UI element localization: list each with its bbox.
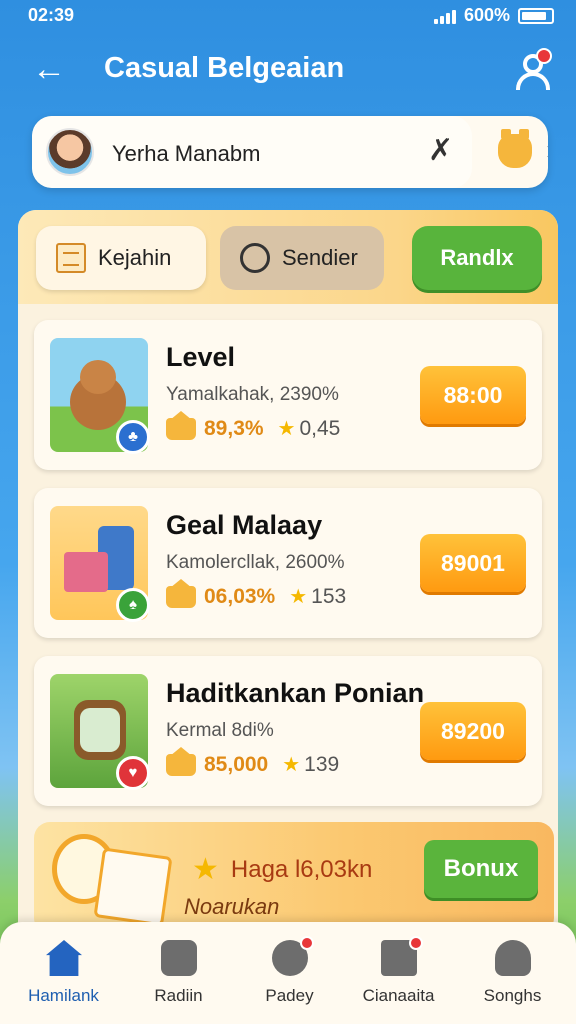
tab-kejahin[interactable]: Kejahin — [36, 226, 206, 290]
item-stats: 06,03% ★ 153 — [166, 578, 347, 609]
clear-button[interactable]: ✗ — [428, 136, 453, 166]
item-subtitle: Kermal 8di% — [166, 720, 274, 741]
crown-icon — [166, 746, 196, 776]
notification-dot — [300, 936, 314, 950]
crown-icon — [166, 578, 196, 608]
price-button[interactable]: 89001 — [420, 534, 526, 592]
nav-item-home[interactable]: Hamilank — [6, 922, 121, 1024]
avatar — [46, 128, 94, 176]
item-stats: 89,3% ★ 0,45 — [166, 410, 341, 441]
chevron-right-icon[interactable]: › — [546, 134, 548, 166]
app-bar: ← Casual Belgeaian — [0, 38, 576, 102]
profile-icon — [495, 940, 531, 976]
battery-percent: 600% — [463, 5, 510, 25]
tab-randlx[interactable]: Randlx — [412, 226, 542, 290]
star-icon: ★ — [277, 418, 296, 440]
user-card[interactable]: Yerha Manabm ✗ › — [32, 116, 548, 188]
nav-item-cianaaita[interactable]: Cianaaita — [341, 922, 456, 1024]
bonus-subtitle: Noarukan — [184, 894, 280, 919]
status-indicators: 600% — [433, 5, 554, 26]
bear-mascot-icon — [498, 129, 532, 168]
profile-button[interactable] — [512, 48, 554, 92]
item-stat-secondary: 153 — [311, 584, 347, 608]
page-title: Casual Belgeaian — [104, 52, 345, 84]
item-stat-primary: 85,000 — [204, 752, 269, 776]
item-title: Level — [166, 342, 236, 372]
main-panel: Kejahin Sendier Randlx ♣ Level Yamalkaha… — [18, 210, 558, 970]
status-time: 02:39 — [28, 5, 75, 25]
tab-label: Randlx — [440, 245, 514, 270]
chat-icon — [240, 243, 270, 273]
tab-bar: Kejahin Sendier Randlx — [18, 210, 558, 304]
signal-icon — [433, 8, 456, 24]
status-bar: 02:39 600% — [0, 0, 576, 32]
list-item[interactable]: ♥ Haditkankan Ponian Kermal 8di% 85,000 … — [34, 656, 542, 806]
nav-item-songhs[interactable]: Songhs — [455, 922, 570, 1024]
nav-label: Cianaaita — [362, 986, 435, 1005]
bear-icon — [161, 940, 197, 976]
nav-item-radiin[interactable]: Radiin — [121, 922, 236, 1024]
tab-sendier[interactable]: Sendier — [220, 226, 384, 290]
item-stat-secondary: 0,45 — [299, 416, 341, 440]
category-badge-icon: ♣ — [116, 420, 150, 454]
tab-label: Sendier — [282, 245, 358, 270]
star-icon: ★ — [192, 853, 219, 886]
item-subtitle: Kamolercllak, 2600% — [166, 552, 345, 573]
list-item[interactable]: ♠ Geal Malaay Kamolercllak, 2600% 06,03%… — [34, 488, 542, 638]
item-stats: 85,000 ★ 139 — [166, 746, 340, 777]
nav-label: Songhs — [483, 986, 542, 1005]
nav-item-padey[interactable]: Padey — [232, 922, 347, 1024]
price-button[interactable]: 88:00 — [420, 366, 526, 424]
item-title: Geal Malaay — [166, 510, 323, 540]
item-stat-primary: 89,3% — [204, 416, 264, 440]
crown-icon — [166, 410, 196, 440]
bonus-banner[interactable]: ★ Haga l6,03kn Noarukan Bonux — [34, 822, 554, 934]
back-button[interactable]: ← — [32, 52, 72, 88]
nav-label: Hamilank — [28, 986, 99, 1005]
bottom-nav: Hamilank Radiin Padey Cianaaita Songhs — [0, 922, 576, 1024]
item-stat-primary: 06,03% — [204, 584, 276, 608]
ticket-icon — [93, 847, 173, 927]
notification-dot — [536, 48, 552, 64]
list-item[interactable]: ♣ Level Yamalkahak, 2390% 89,3% ★ 0,45 8… — [34, 320, 542, 470]
item-stat-secondary: 139 — [304, 752, 340, 776]
bonus-title-text: Haga l6,03kn — [230, 855, 373, 883]
nav-label: Padey — [265, 986, 314, 1005]
item-title: Haditkankan Ponian — [166, 678, 425, 708]
list-icon — [56, 243, 86, 273]
category-badge-icon: ♥ — [116, 756, 150, 790]
nav-label: Radiin — [154, 986, 203, 1005]
user-name: Yerha Manabm — [112, 141, 261, 166]
home-icon — [46, 940, 82, 976]
tab-label: Kejahin — [98, 245, 172, 270]
price-button[interactable]: 89200 — [420, 702, 526, 760]
star-icon: ★ — [282, 754, 301, 776]
notification-dot — [409, 936, 423, 950]
item-subtitle: Yamalkahak, 2390% — [166, 384, 339, 405]
bonus-title: ★ Haga l6,03kn — [192, 852, 372, 887]
category-badge-icon: ♠ — [116, 588, 150, 622]
bonus-button[interactable]: Bonux — [424, 840, 538, 898]
battery-icon — [518, 7, 554, 24]
star-icon: ★ — [289, 586, 308, 608]
